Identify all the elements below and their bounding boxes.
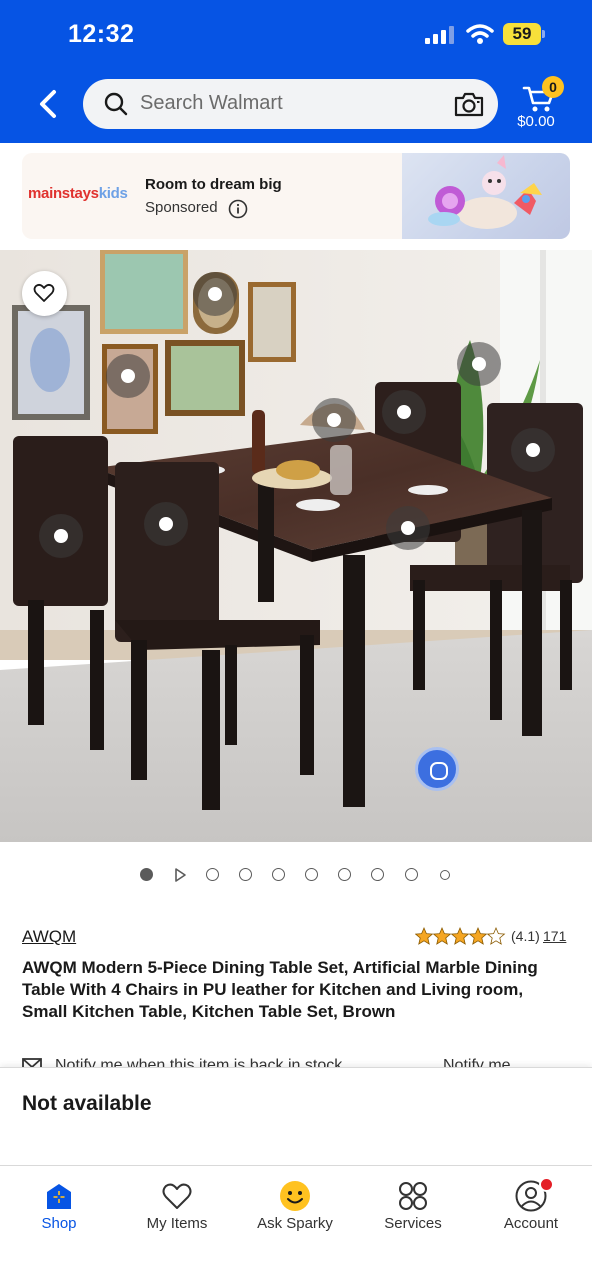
nav-label: My Items [146, 1215, 208, 1232]
ad-sponsored-label: Sponsored [145, 199, 218, 216]
nav-item-ask-sparky[interactable]: Ask Sparky [236, 1166, 354, 1246]
carousel-dot[interactable] [405, 868, 418, 881]
bottom-navigation: Shop My Items Ask Sparky Services Accoun… [0, 1165, 592, 1280]
cart-count-badge: 0 [542, 76, 564, 98]
app-header: 12:32 59 Search Walmart 0 $0.00 [0, 0, 592, 143]
back-arrow-icon[interactable] [30, 84, 68, 124]
product-hotspot[interactable] [144, 502, 188, 546]
nav-label: Ask Sparky [257, 1215, 333, 1232]
carousel-dot[interactable] [440, 870, 450, 880]
ad-product-image [402, 153, 570, 239]
ad-title: Room to dream big [145, 176, 282, 193]
cart-button[interactable]: 0 $0.00 [512, 76, 576, 136]
sparky-icon [280, 1181, 310, 1211]
carousel-dot[interactable] [206, 868, 219, 881]
availability-panel: Not available [0, 1067, 592, 1165]
plush-toys-illustration [428, 155, 542, 229]
shop-icon [47, 1184, 71, 1209]
notification-dot [539, 1177, 554, 1192]
brand-link[interactable]: AWQM [22, 927, 76, 947]
battery-indicator: 59 [503, 23, 545, 45]
carousel-dot[interactable] [272, 868, 285, 881]
product-hotspot[interactable] [457, 342, 501, 386]
carousel-dot[interactable] [305, 868, 318, 881]
image-carousel-indicator [0, 862, 592, 886]
sponsored-ad-banner[interactable]: mainstayskids Room to dream big Sponsore… [22, 153, 570, 239]
carousel-dot[interactable] [371, 868, 384, 881]
search-icon [104, 92, 128, 116]
product-hotspot-active[interactable] [415, 747, 459, 791]
search-input[interactable]: Search Walmart [83, 79, 498, 129]
rating-value: (4.1) [511, 928, 540, 944]
carousel-dot[interactable] [338, 868, 351, 881]
nav-label: Services [384, 1215, 442, 1232]
heart-icon [33, 283, 55, 302]
review-count-link[interactable]: 171 [543, 928, 566, 944]
mail-icon [22, 1058, 42, 1067]
camera-icon[interactable] [453, 90, 485, 118]
product-hotspot[interactable] [511, 428, 555, 472]
product-hotspot[interactable] [382, 390, 426, 434]
cart-total: $0.00 [517, 113, 555, 130]
heart-icon [162, 1183, 192, 1209]
status-time: 12:32 [68, 20, 135, 48]
product-hotspot[interactable] [39, 514, 83, 558]
info-icon[interactable] [228, 199, 248, 219]
product-hotspot[interactable] [312, 398, 356, 442]
cellular-signal-icon [425, 26, 454, 44]
services-grid-icon [399, 1182, 427, 1210]
product-title: AWQM Modern 5-Piece Dining Table Set, Ar… [22, 958, 538, 1021]
product-hotspot[interactable] [193, 272, 237, 316]
notify-me-row[interactable]: Notify me when this item is back in stoc… [22, 1055, 570, 1067]
product-hotspot[interactable] [106, 354, 150, 398]
carousel-dot-current[interactable] [140, 868, 153, 881]
availability-status: Not available [22, 1092, 152, 1115]
notify-me-link[interactable]: Notify me [443, 1057, 511, 1067]
nav-item-services[interactable]: Services [354, 1166, 472, 1246]
status-bar: 12:32 59 [0, 0, 592, 68]
favorite-button[interactable] [22, 271, 67, 316]
product-image[interactable] [0, 250, 592, 842]
carousel-dot[interactable] [239, 868, 252, 881]
nav-label: Account [503, 1215, 559, 1232]
battery-level: 59 [512, 24, 532, 43]
nav-item-shop[interactable]: Shop [0, 1166, 118, 1246]
nav-label: Shop [41, 1215, 77, 1232]
nav-item-my-items[interactable]: My Items [118, 1166, 236, 1246]
star-rating-icon [415, 927, 505, 945]
search-placeholder: Search Walmart [140, 92, 283, 114]
ad-brand-logo: mainstayskids [28, 185, 128, 202]
notify-text: Notify me when this item is back in stoc… [55, 1057, 343, 1067]
product-hotspot[interactable] [386, 506, 430, 550]
nav-item-account[interactable]: Account [472, 1166, 590, 1246]
dining-set-photo [0, 250, 592, 842]
wifi-icon [466, 24, 494, 44]
video-play-icon[interactable] [173, 867, 187, 883]
